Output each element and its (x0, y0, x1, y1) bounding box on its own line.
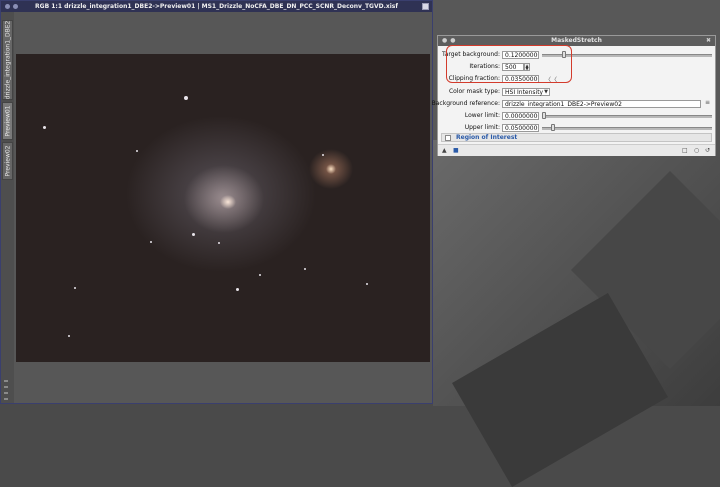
tab-label: Preview01 (4, 105, 11, 137)
region-of-interest-label: Region of Interest (456, 134, 518, 141)
clipping-fraction-input[interactable]: 0.03500000 (502, 75, 539, 83)
tab-main-view[interactable]: drizzle_integration1_DBE2 (2, 20, 13, 100)
panel-menu-icon[interactable]: ●● (442, 36, 458, 46)
chevron-down-icon: ▼ (544, 89, 548, 95)
target-background-label: Target background: (442, 51, 500, 58)
region-of-interest-section[interactable]: Region of Interest (441, 133, 712, 142)
color-mask-type-select[interactable]: HSI Intensity ▼ (502, 88, 550, 96)
lower-limit-slider-track[interactable] (542, 115, 712, 118)
star (136, 150, 138, 152)
star (259, 274, 261, 276)
image-window-title: RGB 1:1 drizzle_integration1_DBE2->Previ… (35, 3, 398, 10)
iterations-label-row: Iterations: (438, 62, 500, 72)
view-tabs: drizzle_integration1_DBE2 Preview01 Prev… (1, 12, 14, 403)
select-view-icon[interactable]: ≡ (705, 99, 710, 106)
window-shade-icon[interactable] (13, 4, 18, 9)
browse-documentation-icon[interactable]: □ (682, 147, 688, 154)
maximize-icon[interactable] (422, 3, 429, 10)
lower-limit-slider-handle[interactable] (542, 112, 546, 119)
star (236, 288, 239, 291)
close-icon[interactable]: ✖ (706, 36, 711, 46)
star (150, 241, 152, 243)
image-window-titlebar[interactable]: RGB 1:1 drizzle_integration1_DBE2->Previ… (1, 1, 432, 12)
lower-limit-input[interactable]: 0.00000000 (502, 112, 539, 120)
iterations-stepper[interactable]: ▲ ▼ (524, 63, 530, 71)
upper-limit-slider-handle[interactable] (551, 124, 555, 131)
star (192, 233, 195, 236)
clipping-fraction-label: Clipping fraction: (448, 75, 500, 82)
panel-bottom-bar: ▲ ■ □ ○ ↺ (438, 144, 715, 156)
reset-icon[interactable]: 〈〈 (545, 75, 557, 84)
lower-limit-label: Lower limit: (464, 112, 500, 119)
new-instance-icon[interactable]: ▲ (442, 147, 447, 154)
iterations-input[interactable]: 500 (502, 63, 524, 71)
target-background-slider-handle[interactable] (562, 51, 566, 58)
star (218, 242, 220, 244)
lower-limit-label-row: Lower limit: (438, 111, 500, 121)
tab-preview01[interactable]: Preview01 (2, 102, 13, 140)
clipping-fraction-label-row: Clipping fraction: (438, 74, 500, 84)
color-mask-type-label-row: Color mask type: (438, 87, 500, 97)
star (68, 335, 70, 337)
region-of-interest-checkbox[interactable] (445, 135, 451, 141)
background-reference-label: Background reference: (431, 100, 500, 107)
tab-label: drizzle_integration1_DBE2 (4, 20, 11, 100)
iterations-label: Iterations: (469, 63, 500, 70)
color-mask-type-label: Color mask type: (448, 88, 500, 95)
view-corner-marks (4, 380, 9, 404)
window-menu-icon[interactable] (5, 4, 10, 9)
panel-title: MaskedStretch (551, 37, 602, 44)
star (43, 126, 46, 129)
edit-instance-icon[interactable]: ○ (694, 147, 699, 154)
star (184, 96, 188, 100)
upper-limit-input[interactable]: 0.05000000 (502, 124, 539, 132)
star (322, 154, 324, 156)
upper-limit-slider-track[interactable] (542, 127, 712, 130)
apply-icon[interactable]: ■ (453, 147, 459, 154)
target-background-input[interactable]: 0.12000000 (502, 51, 539, 59)
masked-stretch-panel: ●● MaskedStretch ✖ Target background: 0.… (432, 35, 716, 156)
target-background-label-row: Target background: (438, 50, 500, 60)
image-window: RGB 1:1 drizzle_integration1_DBE2->Previ… (0, 0, 433, 404)
color-mask-type-value: HSI Intensity (505, 89, 544, 96)
target-background-slider-track[interactable] (542, 54, 712, 57)
panel-titlebar[interactable]: ●● MaskedStretch ✖ (438, 36, 715, 46)
reset-panel-icon[interactable]: ↺ (705, 147, 710, 154)
background-reference-label-row: Background reference: (432, 99, 500, 109)
star (74, 287, 76, 289)
star (366, 283, 368, 285)
image-canvas[interactable] (16, 54, 430, 362)
background-reference-input[interactable]: drizzle_integration1_DBE2->Preview02 (502, 100, 701, 108)
tab-label: Preview02 (4, 145, 11, 177)
star (304, 268, 306, 270)
upper-limit-label-row: Upper limit: (438, 123, 500, 133)
tab-preview02[interactable]: Preview02 (2, 142, 13, 180)
upper-limit-label: Upper limit: (464, 124, 500, 131)
